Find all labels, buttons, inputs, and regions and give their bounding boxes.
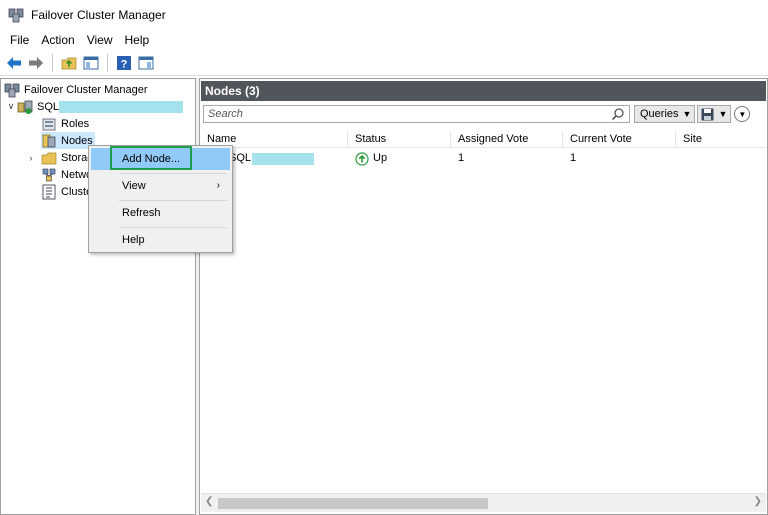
cell-name: SQL	[223, 150, 349, 167]
cell-current-vote: 1	[570, 152, 577, 164]
menu-separator	[119, 200, 227, 201]
queries-button[interactable]: Queries ▼	[634, 105, 696, 123]
tree-item-root[interactable]: Failover Cluster Manager	[4, 81, 148, 98]
tree-item-nodes[interactable]: Nodes	[41, 132, 95, 149]
nodes-pane: Nodes (3) Search Queries ▼ ▼ ▼ Name Stat…	[199, 78, 768, 515]
roles-icon	[42, 118, 56, 130]
console-tree-pane: Failover Cluster Manager ∨ SQL Roles Nod…	[0, 78, 196, 515]
toolbar-separator	[107, 53, 108, 72]
save-query-button[interactable]: ▼	[697, 105, 732, 123]
expand-collapse-button[interactable]: ▼	[734, 106, 751, 122]
toolbar: ?	[0, 50, 768, 76]
queries-label: Queries	[640, 108, 679, 120]
grid-header: Name Status Assigned Vote Current Vote S…	[201, 131, 766, 148]
show-console-tree-button[interactable]	[81, 53, 101, 73]
cell-status: Up	[349, 150, 451, 167]
tree-item-storage[interactable]: › Storag	[25, 149, 93, 166]
tree-item-roles[interactable]: Roles	[41, 115, 89, 132]
search-input[interactable]: Search	[203, 105, 630, 123]
tree-label: Failover Cluster Manager	[24, 83, 148, 96]
menu-item-help[interactable]: Help	[91, 229, 230, 251]
window-title: Failover Cluster Manager	[31, 8, 166, 22]
panel-title: Nodes (3)	[201, 81, 766, 101]
menu-separator	[119, 173, 227, 174]
folder-up-icon	[61, 57, 77, 69]
horizontal-scrollbar[interactable]: ❮ ❯	[201, 493, 766, 512]
column-header-current-vote[interactable]: Current Vote	[564, 131, 676, 148]
svg-text:?: ?	[121, 58, 128, 70]
menu-action[interactable]: Action	[35, 30, 80, 50]
menu-item-label: View	[122, 180, 146, 192]
chevron-down-icon: ▼	[738, 109, 747, 119]
scrollbar-thumb[interactable]	[218, 498, 488, 509]
nodes-icon	[42, 134, 56, 147]
storage-icon	[41, 152, 57, 164]
column-header-site[interactable]: Site	[677, 131, 766, 148]
chevron-right-icon[interactable]: ›	[25, 152, 37, 164]
console-tree-icon	[83, 56, 99, 69]
menu-help[interactable]: Help	[119, 30, 156, 50]
up-one-level-button[interactable]	[59, 53, 79, 73]
forward-arrow-icon	[29, 56, 43, 69]
menu-item-view[interactable]: View ›	[91, 175, 230, 197]
status-up-icon	[355, 151, 369, 166]
cluster-manager-icon	[4, 83, 20, 97]
menu-view[interactable]: View	[81, 30, 119, 50]
help-icon: ?	[117, 55, 131, 70]
action-pane-icon	[138, 56, 154, 69]
scroll-left-icon[interactable]: ❮	[205, 496, 213, 507]
menu-bar: File Action View Help	[0, 30, 768, 50]
search-bar: Search Queries ▼ ▼ ▼	[203, 104, 764, 124]
status-text: Up	[373, 152, 388, 164]
tree-label: Roles	[61, 117, 90, 130]
networks-icon	[42, 168, 56, 181]
tree-item-networks[interactable]: Netwo	[41, 166, 92, 183]
annotation-highlight-box	[110, 146, 192, 170]
column-header-status[interactable]: Status	[349, 131, 451, 148]
back-button[interactable]	[4, 53, 24, 73]
menu-item-refresh[interactable]: Refresh	[91, 202, 230, 224]
table-row[interactable]: SQL Up 1 1	[201, 150, 766, 167]
chevron-down-icon: ▼	[682, 109, 692, 119]
back-arrow-icon	[7, 56, 21, 69]
search-placeholder: Search	[208, 108, 243, 120]
column-header-assigned-vote[interactable]: Assigned Vote	[452, 131, 563, 148]
menu-separator	[119, 227, 227, 228]
cluster-icon	[17, 100, 33, 114]
tree-item-cluster[interactable]: ∨ SQL	[5, 98, 184, 115]
help-button[interactable]: ?	[114, 53, 134, 73]
save-icon	[701, 108, 714, 120]
chevron-down-icon: ▼	[718, 109, 728, 119]
chevron-down-icon[interactable]: ∨	[5, 101, 17, 113]
cluster-events-icon	[42, 184, 56, 199]
redacted-node-name	[252, 152, 315, 165]
toolbar-separator	[52, 53, 53, 72]
show-action-pane-button[interactable]	[136, 53, 156, 73]
cell-assigned-vote: 1	[458, 152, 465, 164]
cluster-manager-icon	[8, 8, 24, 23]
scroll-right-icon[interactable]: ❯	[754, 496, 762, 507]
redacted-cluster-name	[59, 100, 184, 113]
title-bar: Failover Cluster Manager	[0, 0, 768, 30]
cell-site	[677, 150, 766, 167]
menu-file[interactable]: File	[4, 30, 35, 50]
search-icon[interactable]	[611, 107, 625, 121]
tree-item-cluster-events[interactable]: Cluste	[41, 183, 92, 200]
tree-label: SQL	[37, 100, 60, 113]
forward-button[interactable]	[26, 53, 46, 73]
chevron-right-icon: ›	[216, 180, 220, 191]
